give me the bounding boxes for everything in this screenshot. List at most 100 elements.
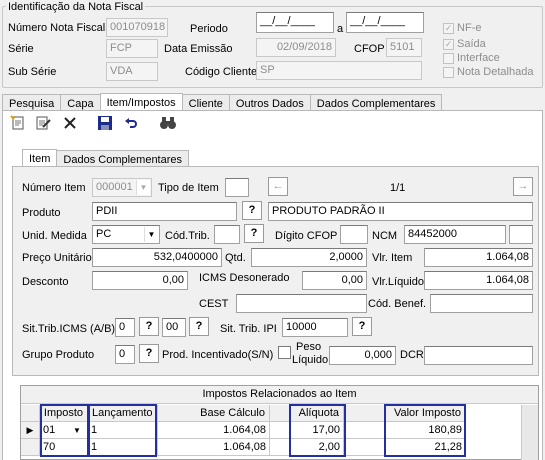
cod-trib-field[interactable]: [214, 225, 240, 244]
impostos-grid-title: Impostos Relacionados ao Item: [21, 386, 538, 404]
serie-field[interactable]: FCP: [106, 39, 158, 58]
cod-benef-label: Cód. Benef.: [368, 298, 427, 310]
preco-unitario-label: Preço Unitário: [22, 252, 92, 264]
cest-field[interactable]: [236, 294, 367, 313]
base-calculo-cell[interactable]: 1.064,08: [158, 422, 270, 439]
periodo-to-field[interactable]: __/__/____: [346, 12, 424, 33]
grupo-produto-help-button[interactable]: ?: [139, 344, 159, 363]
digito-cfop-label: Dígito CFOP: [275, 230, 338, 242]
produto-label: Produto: [22, 207, 61, 219]
cod-benef-field[interactable]: [430, 294, 533, 313]
sit-trib-icms-b-field[interactable]: 00: [162, 318, 186, 337]
qtd-field[interactable]: 2,0000: [251, 248, 367, 267]
nfe-checkbox-label: NF-e: [457, 22, 482, 34]
chevron-down-icon[interactable]: ▼: [136, 180, 150, 195]
numero-item-select[interactable]: 000001 ▼: [92, 178, 152, 197]
codigo-cliente-label: Código Cliente: [185, 66, 258, 78]
save-icon[interactable]: [95, 113, 115, 133]
produto-desc-field[interactable]: PRODUTO PADRÃO II: [268, 202, 533, 221]
saida-checkbox[interactable]: ✓ Saída: [443, 38, 486, 50]
triangle-right-icon: ▶: [26, 425, 34, 435]
vlr-item-label: Vlr. Item: [372, 252, 413, 264]
sit-trib-ipi-label: Sit. Trib. IPI: [220, 323, 277, 335]
tipo-item-label: Tipo de Item: [158, 182, 219, 194]
sit-trib-icms-label: Sit.Trib.ICMS (A/B): [22, 323, 116, 335]
ncm-field[interactable]: 84452000: [404, 225, 506, 244]
previous-item-button[interactable]: ←: [268, 177, 288, 196]
grupo-produto-label: Grupo Produto: [22, 349, 95, 361]
vlr-liquido-field[interactable]: 1.064,08: [424, 271, 533, 290]
ncm-label: NCM: [372, 230, 398, 242]
dcr-label: DCR: [400, 349, 424, 361]
next-item-button[interactable]: →: [513, 177, 533, 196]
serie-label: Série: [8, 43, 34, 55]
periodo-from-field[interactable]: __/__/____: [256, 12, 334, 33]
base-calculo-cell[interactable]: 1.064,08: [158, 439, 270, 456]
unid-medida-select[interactable]: PC ▼: [92, 225, 160, 244]
subserie-field[interactable]: VDA: [106, 62, 158, 81]
binoculars-icon[interactable]: [158, 113, 178, 133]
codigo-cliente-field[interactable]: SP: [256, 61, 422, 80]
cod-trib-help-button[interactable]: ?: [244, 224, 264, 243]
unid-medida-label: Unid. Medida: [22, 230, 87, 242]
grid-row-indicator-header: [21, 405, 40, 422]
peso-liquido-label-line2: Líquido: [292, 354, 329, 366]
desconto-label: Desconto: [22, 276, 69, 288]
produto-help-button[interactable]: ?: [242, 201, 262, 220]
new-document-icon[interactable]: [8, 113, 28, 133]
prod-incentivado-label: Prod. Incentivado(S/N): [162, 349, 274, 361]
numero-nota-label: Número Nota Fiscal: [8, 22, 106, 34]
highlight-valor-imposto-column: [384, 404, 466, 457]
icms-desonerado-label: ICMS Desonerado: [199, 272, 290, 284]
desconto-field[interactable]: 0,00: [92, 271, 188, 290]
undo-icon[interactable]: [121, 113, 141, 133]
grupo-produto-field[interactable]: 0: [115, 345, 135, 364]
nota-detalhada-checkbox-label: Nota Detalhada: [457, 66, 534, 78]
prod-incentivado-checkbox[interactable]: [278, 346, 291, 359]
qtd-label: Qtd.: [225, 252, 246, 264]
interface-checkbox[interactable]: Interface: [443, 52, 500, 64]
interface-checkbox-label: Interface: [457, 52, 500, 64]
current-row-indicator: ▶: [21, 422, 40, 439]
data-emissao-label: Data Emissão: [164, 43, 233, 55]
preco-unitario-field[interactable]: 532,0400000: [92, 248, 222, 267]
highlight-lancamento-column: [88, 404, 157, 457]
sit-trib-icms-a-help-button[interactable]: ?: [139, 317, 159, 336]
edit-document-icon[interactable]: [33, 113, 53, 133]
icms-desonerado-field[interactable]: 0,00: [302, 271, 367, 290]
saida-checkbox-label: Saída: [457, 38, 486, 50]
checkmark-icon: ✓: [443, 38, 454, 50]
produto-code-field[interactable]: PDII: [92, 202, 237, 221]
sit-trib-ipi-field[interactable]: 10000: [282, 318, 348, 337]
sit-trib-ipi-help-button[interactable]: ?: [352, 317, 372, 336]
cfop-field[interactable]: 5101: [386, 38, 422, 57]
nota-fiscal-group-title: Identificação da Nota Fiscal: [6, 0, 146, 14]
ncm-extra-field[interactable]: [509, 225, 533, 244]
highlight-aliquota-column: [289, 404, 346, 457]
data-emissao-field[interactable]: 02/09/2018: [256, 38, 336, 57]
column-header-base-calculo[interactable]: Base Cálculo: [158, 405, 270, 422]
cod-trib-label: Cód.Trib.: [165, 230, 210, 242]
sit-trib-icms-a-field[interactable]: 0: [115, 318, 135, 337]
nfe-checkbox[interactable]: ✓ NF-e: [443, 22, 481, 34]
numero-item-value: 000001: [96, 181, 133, 193]
nota-detalhada-checkbox[interactable]: Nota Detalhada: [443, 66, 533, 78]
grid-vertical-scrollbar[interactable]: [521, 405, 538, 460]
subserie-label: Sub Série: [8, 66, 57, 78]
numero-item-label: Número Item: [22, 182, 86, 194]
sit-trib-icms-b-help-button[interactable]: ?: [189, 317, 209, 336]
dcr-field[interactable]: [424, 346, 533, 365]
numero-nota-field[interactable]: 001070918: [106, 18, 168, 37]
cfop-label: CFOP: [354, 43, 385, 55]
periodo-separator: a: [337, 23, 344, 35]
digito-cfop-field[interactable]: [340, 225, 368, 244]
vlr-item-field[interactable]: 1.064,08: [424, 248, 533, 267]
periodo-label: Periodo: [190, 23, 228, 35]
peso-liquido-field[interactable]: 0,000: [329, 346, 396, 365]
tipo-item-field[interactable]: [225, 178, 249, 197]
arrow-right-icon: →: [517, 180, 529, 192]
chevron-down-icon[interactable]: ▼: [144, 227, 158, 242]
vlr-liquido-label: Vlr.Líquido: [372, 276, 424, 288]
delete-icon[interactable]: [60, 113, 80, 133]
unid-medida-value: PC: [96, 228, 112, 240]
